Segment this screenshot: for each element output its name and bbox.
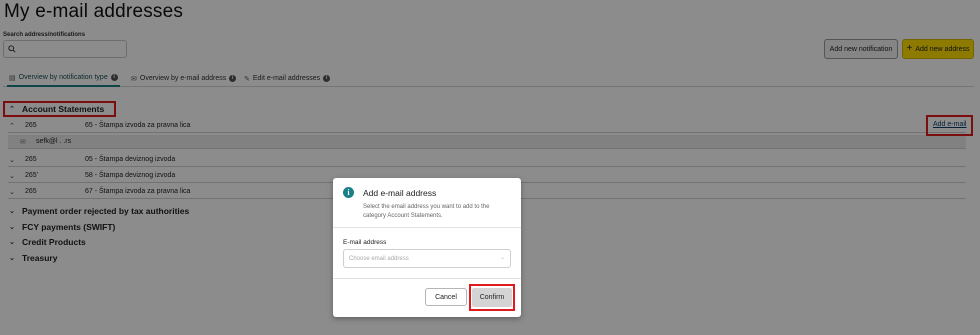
email-address-select[interactable]: Choose email address ⌄ bbox=[343, 249, 511, 268]
add-email-dialog: i Add e-mail address Select the email ad… bbox=[333, 178, 521, 317]
select-placeholder: Choose email address bbox=[349, 256, 409, 262]
dialog-title: Add e-mail address bbox=[363, 188, 437, 198]
divider bbox=[333, 278, 521, 279]
chevron-down-icon: ⌄ bbox=[499, 255, 505, 261]
highlight-box bbox=[469, 284, 515, 311]
dialog-description: Select the email address you want to add… bbox=[363, 204, 490, 219]
info-icon: i bbox=[343, 187, 354, 198]
email-field-label: E-mail address bbox=[343, 239, 387, 246]
cancel-button[interactable]: Cancel bbox=[425, 288, 467, 306]
divider bbox=[333, 227, 521, 228]
